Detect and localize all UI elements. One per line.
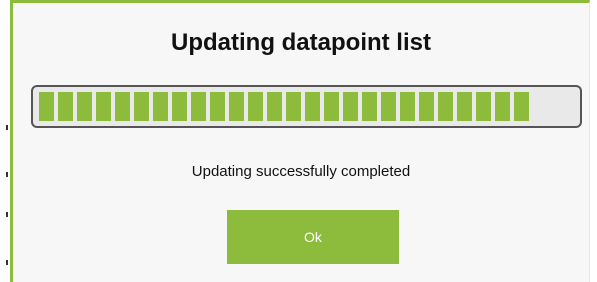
progress-segment bbox=[58, 92, 73, 121]
progress-segment bbox=[153, 92, 168, 121]
progress-segment bbox=[438, 92, 453, 121]
update-dialog: Updating datapoint list Updating success… bbox=[10, 0, 590, 282]
progress-segment bbox=[324, 92, 339, 121]
edge-tick bbox=[6, 260, 8, 265]
progress-segment bbox=[305, 92, 320, 121]
dialog-title: Updating datapoint list bbox=[171, 29, 431, 56]
progress-segment bbox=[362, 92, 377, 121]
progress-bar bbox=[31, 85, 582, 128]
progress-segment bbox=[381, 92, 396, 121]
progress-segment bbox=[400, 92, 415, 121]
status-message: Updating successfully completed bbox=[191, 163, 411, 180]
progress-segment bbox=[115, 92, 130, 121]
progress-segment bbox=[495, 92, 510, 121]
progress-segment bbox=[229, 92, 244, 121]
progress-segment bbox=[77, 92, 92, 121]
progress-segment bbox=[286, 92, 301, 121]
edge-tick bbox=[6, 172, 8, 177]
progress-segment bbox=[248, 92, 263, 121]
left-edge bbox=[0, 0, 10, 282]
progress-segment bbox=[457, 92, 472, 121]
progress-segment bbox=[134, 92, 149, 121]
progress-segment bbox=[172, 92, 187, 121]
progress-segment bbox=[39, 92, 54, 121]
progress-segments bbox=[39, 92, 529, 121]
progress-segment bbox=[514, 92, 529, 121]
edge-tick bbox=[6, 212, 8, 217]
progress-segment bbox=[476, 92, 491, 121]
edge-tick bbox=[6, 125, 8, 130]
ok-button[interactable]: Ok bbox=[227, 210, 399, 264]
progress-segment bbox=[419, 92, 434, 121]
progress-segment bbox=[96, 92, 111, 121]
progress-segment bbox=[210, 92, 225, 121]
progress-segment bbox=[191, 92, 206, 121]
progress-segment bbox=[267, 92, 282, 121]
progress-segment bbox=[343, 92, 358, 121]
